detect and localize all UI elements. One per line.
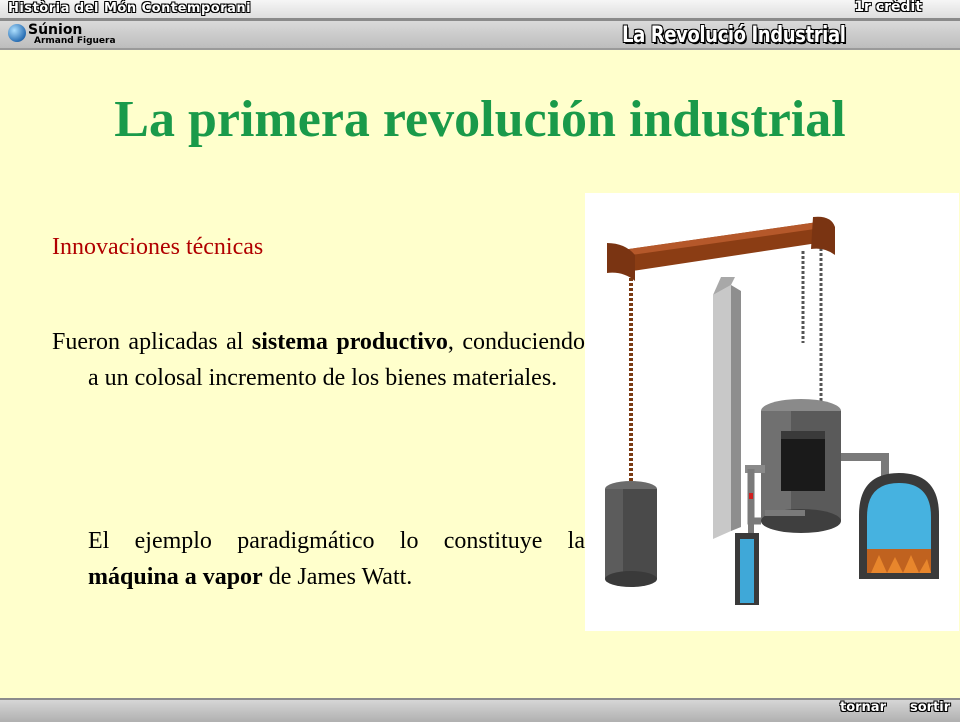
bottom-nav-bar: tornar sortir xyxy=(0,698,960,722)
exit-button[interactable]: sortir xyxy=(910,700,950,715)
paragraph-bold-term: sistema productivo xyxy=(251,329,448,355)
paragraph-steam-engine: El ejemplo paradigmático lo constituye l… xyxy=(52,523,585,595)
steam-engine-illustration xyxy=(585,193,959,631)
back-button[interactable]: tornar xyxy=(840,700,886,715)
paragraph-text: de James Watt. xyxy=(262,564,413,590)
globe-icon xyxy=(8,24,26,42)
author-name: Armand Figuera xyxy=(34,36,116,46)
paragraph-text: Fueron aplicadas al xyxy=(52,329,252,355)
credit-label: 1r crèdit xyxy=(854,0,922,15)
paragraph-productive-system: Fueron aplicadas al sistema productivo, … xyxy=(52,324,585,396)
slide-subtitle: Innovaciones técnicas xyxy=(52,234,264,260)
steam-engine-icon xyxy=(605,216,939,605)
course-title: Història del Món Contemporani xyxy=(8,1,252,16)
top-banner: Història del Món Contemporani 1r crèdit … xyxy=(0,0,960,50)
sunion-logo: Súnion Armand Figuera xyxy=(6,22,116,48)
banner-divider xyxy=(0,18,960,21)
slide-title: La primera revolución industrial xyxy=(114,91,846,148)
paragraph-text: El ejemplo paradigmático lo constituye l… xyxy=(88,528,585,554)
unit-title: La Revolució Industrial xyxy=(622,23,846,48)
paragraph-bold-term: máquina a vapor xyxy=(88,564,263,590)
